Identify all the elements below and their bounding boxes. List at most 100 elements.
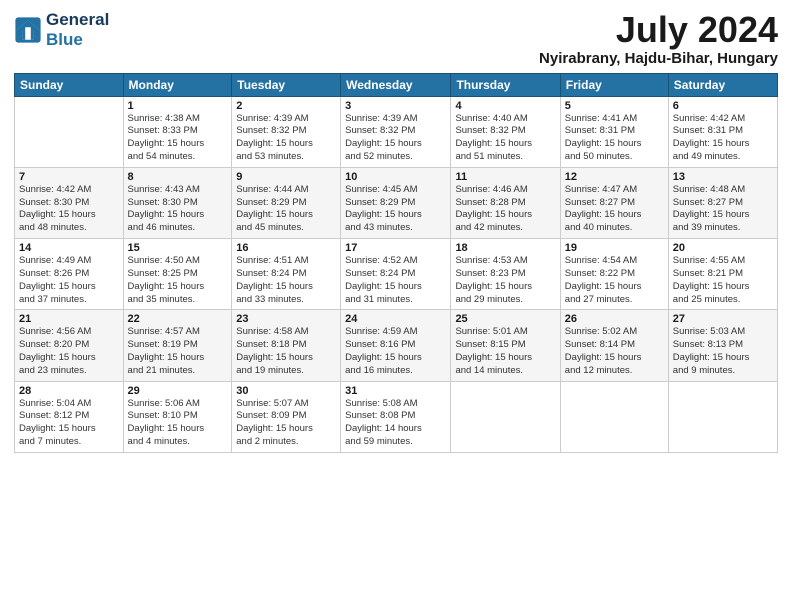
- day-info: Sunrise: 4:49 AM Sunset: 8:26 PM Dayligh…: [19, 255, 119, 306]
- day-cell: 15Sunrise: 4:50 AM Sunset: 8:25 PM Dayli…: [123, 239, 232, 310]
- day-cell: 9Sunrise: 4:44 AM Sunset: 8:29 PM Daylig…: [232, 167, 341, 238]
- day-info: Sunrise: 4:54 AM Sunset: 8:22 PM Dayligh…: [565, 255, 664, 306]
- day-info: Sunrise: 5:04 AM Sunset: 8:12 PM Dayligh…: [19, 398, 119, 449]
- day-info: Sunrise: 4:47 AM Sunset: 8:27 PM Dayligh…: [565, 184, 664, 235]
- week-row-5: 28Sunrise: 5:04 AM Sunset: 8:12 PM Dayli…: [15, 381, 778, 452]
- day-number: 13: [673, 171, 773, 183]
- day-cell: [451, 381, 560, 452]
- day-number: 3: [345, 100, 446, 112]
- day-cell: 3Sunrise: 4:39 AM Sunset: 8:32 PM Daylig…: [341, 96, 451, 167]
- day-number: 28: [19, 385, 119, 397]
- day-cell: 8Sunrise: 4:43 AM Sunset: 8:30 PM Daylig…: [123, 167, 232, 238]
- day-cell: 14Sunrise: 4:49 AM Sunset: 8:26 PM Dayli…: [15, 239, 124, 310]
- day-info: Sunrise: 4:57 AM Sunset: 8:19 PM Dayligh…: [128, 326, 228, 377]
- col-sunday: Sunday: [15, 73, 124, 96]
- day-info: Sunrise: 4:39 AM Sunset: 8:32 PM Dayligh…: [345, 113, 446, 164]
- day-number: 7: [19, 171, 119, 183]
- day-cell: 28Sunrise: 5:04 AM Sunset: 8:12 PM Dayli…: [15, 381, 124, 452]
- day-number: 24: [345, 313, 446, 325]
- col-tuesday: Tuesday: [232, 73, 341, 96]
- day-info: Sunrise: 4:51 AM Sunset: 8:24 PM Dayligh…: [236, 255, 336, 306]
- col-friday: Friday: [560, 73, 668, 96]
- day-number: 4: [455, 100, 555, 112]
- day-cell: 2Sunrise: 4:39 AM Sunset: 8:32 PM Daylig…: [232, 96, 341, 167]
- day-number: 18: [455, 242, 555, 254]
- day-cell: 1Sunrise: 4:38 AM Sunset: 8:33 PM Daylig…: [123, 96, 232, 167]
- day-cell: 31Sunrise: 5:08 AM Sunset: 8:08 PM Dayli…: [341, 381, 451, 452]
- day-cell: [560, 381, 668, 452]
- day-number: 31: [345, 385, 446, 397]
- week-row-1: 1Sunrise: 4:38 AM Sunset: 8:33 PM Daylig…: [15, 96, 778, 167]
- col-saturday: Saturday: [668, 73, 777, 96]
- day-number: 14: [19, 242, 119, 254]
- day-cell: 7Sunrise: 4:42 AM Sunset: 8:30 PM Daylig…: [15, 167, 124, 238]
- day-info: Sunrise: 4:38 AM Sunset: 8:33 PM Dayligh…: [128, 113, 228, 164]
- day-cell: 5Sunrise: 4:41 AM Sunset: 8:31 PM Daylig…: [560, 96, 668, 167]
- day-info: Sunrise: 4:45 AM Sunset: 8:29 PM Dayligh…: [345, 184, 446, 235]
- day-cell: 24Sunrise: 4:59 AM Sunset: 8:16 PM Dayli…: [341, 310, 451, 381]
- title-block: July 2024 Nyirabrany, Hajdu-Bihar, Hunga…: [539, 10, 778, 67]
- location: Nyirabrany, Hajdu-Bihar, Hungary: [539, 50, 778, 67]
- day-info: Sunrise: 5:07 AM Sunset: 8:09 PM Dayligh…: [236, 398, 336, 449]
- day-info: Sunrise: 5:08 AM Sunset: 8:08 PM Dayligh…: [345, 398, 446, 449]
- day-number: 12: [565, 171, 664, 183]
- day-cell: 10Sunrise: 4:45 AM Sunset: 8:29 PM Dayli…: [341, 167, 451, 238]
- day-number: 25: [455, 313, 555, 325]
- day-info: Sunrise: 4:43 AM Sunset: 8:30 PM Dayligh…: [128, 184, 228, 235]
- week-row-2: 7Sunrise: 4:42 AM Sunset: 8:30 PM Daylig…: [15, 167, 778, 238]
- day-number: 5: [565, 100, 664, 112]
- day-cell: 29Sunrise: 5:06 AM Sunset: 8:10 PM Dayli…: [123, 381, 232, 452]
- day-cell: [15, 96, 124, 167]
- day-number: 26: [565, 313, 664, 325]
- day-cell: 23Sunrise: 4:58 AM Sunset: 8:18 PM Dayli…: [232, 310, 341, 381]
- day-info: Sunrise: 4:39 AM Sunset: 8:32 PM Dayligh…: [236, 113, 336, 164]
- day-cell: 6Sunrise: 4:42 AM Sunset: 8:31 PM Daylig…: [668, 96, 777, 167]
- day-number: 8: [128, 171, 228, 183]
- header: General Blue July 2024 Nyirabrany, Hajdu…: [14, 10, 778, 67]
- day-cell: 22Sunrise: 4:57 AM Sunset: 8:19 PM Dayli…: [123, 310, 232, 381]
- day-number: 19: [565, 242, 664, 254]
- day-info: Sunrise: 4:53 AM Sunset: 8:23 PM Dayligh…: [455, 255, 555, 306]
- col-thursday: Thursday: [451, 73, 560, 96]
- calendar-table: Sunday Monday Tuesday Wednesday Thursday…: [14, 73, 778, 453]
- day-info: Sunrise: 4:46 AM Sunset: 8:28 PM Dayligh…: [455, 184, 555, 235]
- day-cell: 12Sunrise: 4:47 AM Sunset: 8:27 PM Dayli…: [560, 167, 668, 238]
- day-number: 6: [673, 100, 773, 112]
- day-number: 21: [19, 313, 119, 325]
- logo: General Blue: [14, 10, 109, 49]
- header-row: Sunday Monday Tuesday Wednesday Thursday…: [15, 73, 778, 96]
- day-cell: 16Sunrise: 4:51 AM Sunset: 8:24 PM Dayli…: [232, 239, 341, 310]
- day-info: Sunrise: 4:56 AM Sunset: 8:20 PM Dayligh…: [19, 326, 119, 377]
- day-cell: 13Sunrise: 4:48 AM Sunset: 8:27 PM Dayli…: [668, 167, 777, 238]
- day-info: Sunrise: 4:40 AM Sunset: 8:32 PM Dayligh…: [455, 113, 555, 164]
- week-row-3: 14Sunrise: 4:49 AM Sunset: 8:26 PM Dayli…: [15, 239, 778, 310]
- page: General Blue July 2024 Nyirabrany, Hajdu…: [0, 0, 792, 612]
- col-wednesday: Wednesday: [341, 73, 451, 96]
- day-info: Sunrise: 5:02 AM Sunset: 8:14 PM Dayligh…: [565, 326, 664, 377]
- month-title: July 2024: [539, 10, 778, 50]
- week-row-4: 21Sunrise: 4:56 AM Sunset: 8:20 PM Dayli…: [15, 310, 778, 381]
- day-cell: 19Sunrise: 4:54 AM Sunset: 8:22 PM Dayli…: [560, 239, 668, 310]
- day-number: 9: [236, 171, 336, 183]
- day-cell: 26Sunrise: 5:02 AM Sunset: 8:14 PM Dayli…: [560, 310, 668, 381]
- day-number: 17: [345, 242, 446, 254]
- day-number: 20: [673, 242, 773, 254]
- day-cell: [668, 381, 777, 452]
- day-cell: 27Sunrise: 5:03 AM Sunset: 8:13 PM Dayli…: [668, 310, 777, 381]
- day-info: Sunrise: 4:52 AM Sunset: 8:24 PM Dayligh…: [345, 255, 446, 306]
- day-cell: 21Sunrise: 4:56 AM Sunset: 8:20 PM Dayli…: [15, 310, 124, 381]
- day-cell: 11Sunrise: 4:46 AM Sunset: 8:28 PM Dayli…: [451, 167, 560, 238]
- day-info: Sunrise: 5:03 AM Sunset: 8:13 PM Dayligh…: [673, 326, 773, 377]
- day-number: 22: [128, 313, 228, 325]
- day-info: Sunrise: 5:06 AM Sunset: 8:10 PM Dayligh…: [128, 398, 228, 449]
- logo-icon: [14, 16, 42, 44]
- day-number: 15: [128, 242, 228, 254]
- day-info: Sunrise: 4:58 AM Sunset: 8:18 PM Dayligh…: [236, 326, 336, 377]
- day-number: 23: [236, 313, 336, 325]
- day-info: Sunrise: 4:42 AM Sunset: 8:31 PM Dayligh…: [673, 113, 773, 164]
- day-cell: 20Sunrise: 4:55 AM Sunset: 8:21 PM Dayli…: [668, 239, 777, 310]
- day-number: 29: [128, 385, 228, 397]
- day-number: 1: [128, 100, 228, 112]
- day-cell: 25Sunrise: 5:01 AM Sunset: 8:15 PM Dayli…: [451, 310, 560, 381]
- day-number: 30: [236, 385, 336, 397]
